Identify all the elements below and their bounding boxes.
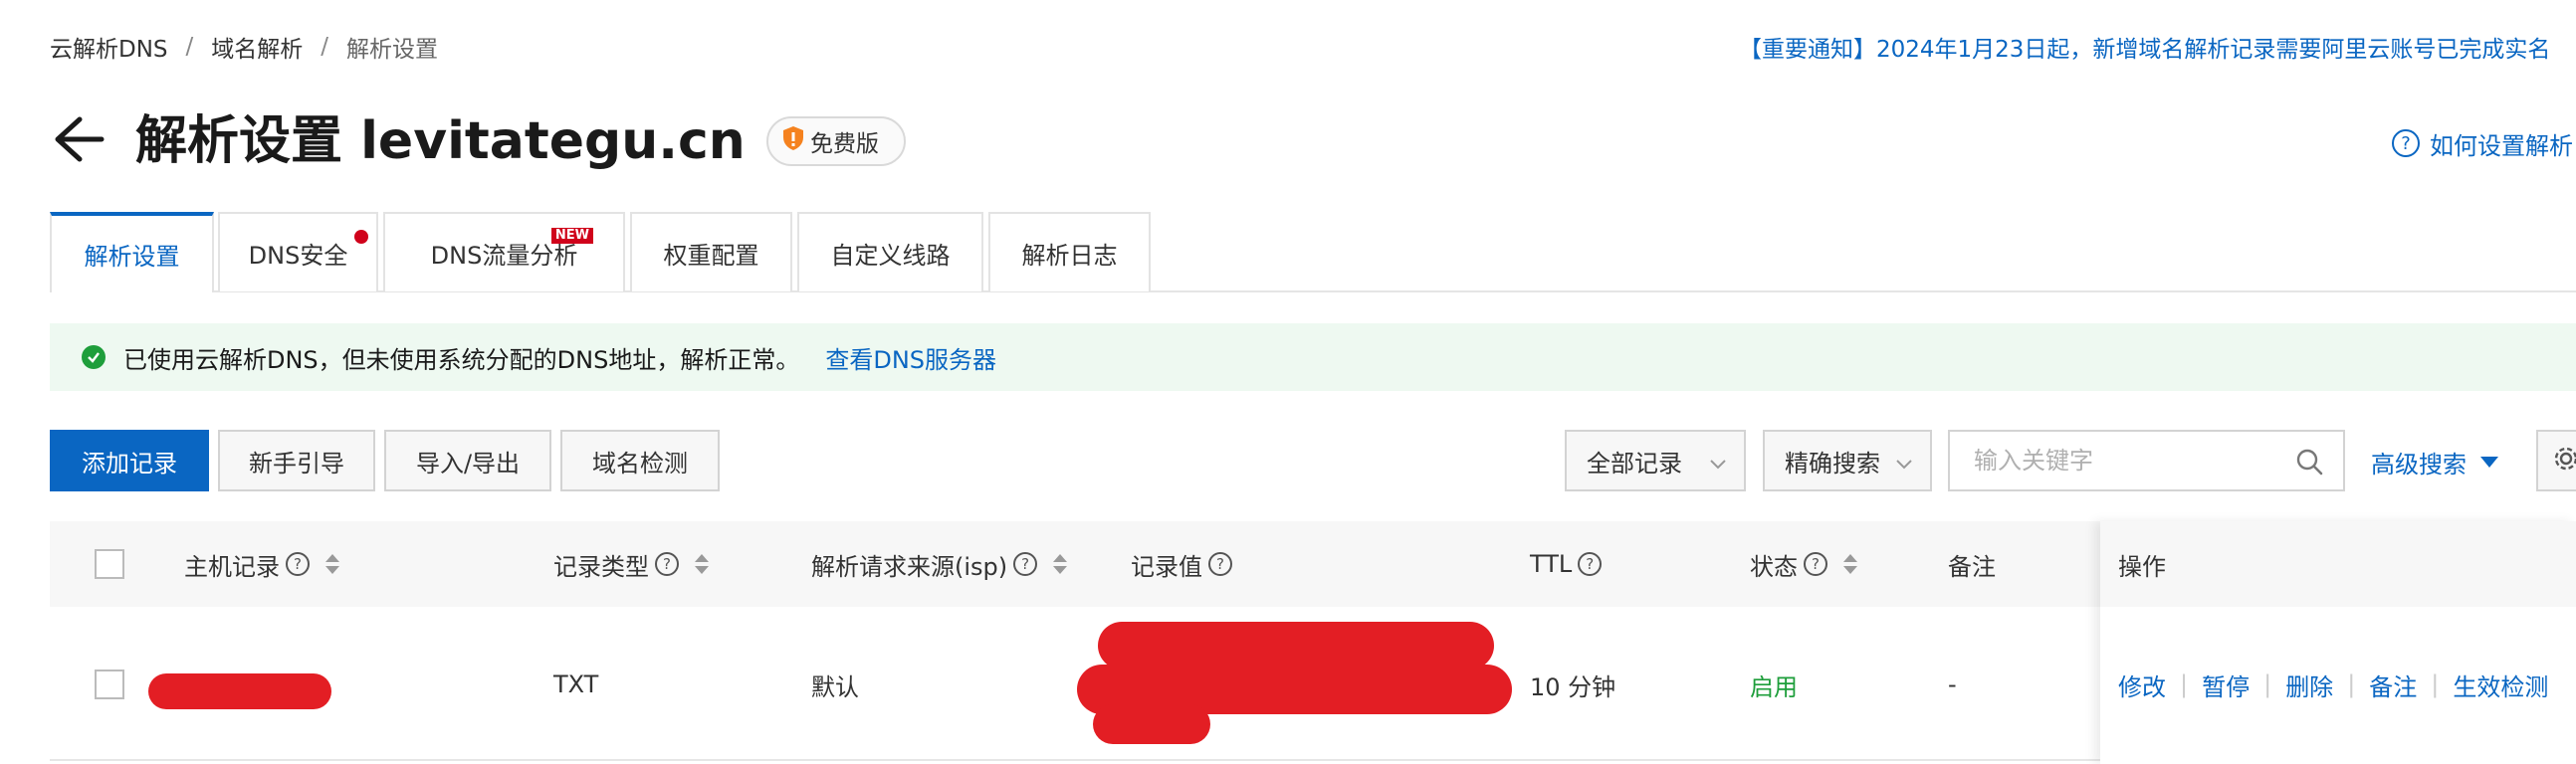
breadcrumb: 云解析DNS / 域名解析 / 解析设置 [50,30,438,64]
column-remark: 备注 [1948,521,1996,607]
record-type: TXT [553,670,599,698]
tab-dns-traffic-analysis[interactable]: DNS流量分析 NEW [383,212,625,291]
back-arrow-icon[interactable] [50,111,106,167]
status-badge: 启用 [1750,672,1798,701]
search-mode-value: 精确搜索 [1785,449,1880,478]
page-title: 解析设置 levitategu.cn [135,111,746,171]
add-record-button[interactable]: 添加记录 [50,430,209,491]
chevron-down-icon [1894,452,1914,479]
column-isp[interactable]: 解析请求来源(isp) ? [811,521,1068,607]
help-icon[interactable]: ? [1013,552,1038,576]
breadcrumb-item-current: 解析设置 [346,37,439,63]
domain-check-button[interactable]: 域名检测 [560,430,720,491]
record-remark: - [1948,670,1957,698]
plan-badge: 免费版 [766,116,906,166]
effect-check-action[interactable]: 生效检测 [2453,668,2548,702]
advanced-search-label: 高级搜索 [2371,451,2467,478]
column-ttl: TTL ? [1530,521,1603,607]
tab-resolution-settings[interactable]: 解析设置 [50,212,214,292]
advanced-search-link[interactable]: 高级搜索 [2371,445,2498,479]
breadcrumb-separator: / [321,34,329,60]
search-input[interactable] [1972,446,2290,476]
gear-icon [2552,445,2576,477]
notification-dot [354,230,368,244]
help-icon[interactable]: ? [1578,552,1603,576]
column-label: 主机记录 [184,552,280,581]
help-icon[interactable]: ? [655,552,679,576]
column-value: 记录值 ? [1131,521,1232,607]
pause-action[interactable]: 暂停 [2202,668,2250,702]
column-host[interactable]: 主机记录 ? [184,521,339,607]
settings-button[interactable] [2536,430,2576,491]
operations-column: 操作 [2100,521,2576,764]
shield-icon [782,125,810,157]
important-notice[interactable]: 【重要通知】2024年1月23日起，新增域名解析记录需要阿里云账号已完成实名 [1739,30,2550,64]
column-type[interactable]: 记录类型 ? [553,521,709,607]
help-icon[interactable]: ? [1208,552,1232,576]
sort-icon[interactable] [1843,554,1857,574]
search-icon[interactable] [2295,448,2323,481]
guide-button[interactable]: 新手引导 [218,430,375,491]
record-ttl: 10 分钟 [1530,672,1616,701]
import-export-button[interactable]: 导入/导出 [384,430,551,491]
check-circle-icon [82,345,106,369]
tab-label: 解析日志 [1021,241,1118,270]
sort-icon[interactable] [1053,554,1068,574]
help-link-label: 如何设置解析 [2430,131,2573,160]
column-ops: 操作 [2100,521,2576,607]
tab-custom-line[interactable]: 自定义线路 [797,212,983,291]
help-link[interactable]: ? 如何设置解析 [2392,126,2573,160]
search-box [1948,430,2345,491]
plan-badge-label: 免费版 [810,131,879,157]
sort-icon[interactable] [695,554,709,574]
remark-action[interactable]: 备注 [2369,668,2417,702]
column-label: TTL [1530,550,1573,578]
row-actions: 修改 | 暂停 | 删除 | 备注 | 生效检测 [2118,665,2548,704]
column-status[interactable]: 状态 ? [1750,521,1857,607]
tab-label: 权重配置 [663,241,759,270]
tab-resolution-log[interactable]: 解析日志 [988,212,1151,291]
column-label: 备注 [1948,552,1996,581]
help-icon[interactable]: ? [286,552,310,576]
sort-icon[interactable] [325,554,339,574]
tab-weight-config[interactable]: 权重配置 [630,212,792,291]
column-label: 记录类型 [553,552,649,581]
tab-label: 自定义线路 [830,241,951,270]
chevron-down-icon [1708,452,1728,479]
breadcrumb-item-dns[interactable]: 云解析DNS [50,30,168,64]
select-all-checkbox[interactable] [95,549,124,579]
record-isp: 默认 [811,672,859,701]
column-label: 记录值 [1131,552,1202,581]
caret-down-icon [2480,457,2498,468]
tab-label: 解析设置 [84,243,180,271]
help-icon[interactable]: ? [1804,552,1827,576]
help-icon: ? [2392,129,2420,157]
status-alert: 已使用云解析DNS，但未使用系统分配的DNS地址，解析正常。 查看DNS服务器 [50,323,2576,391]
record-filter-value: 全部记录 [1587,449,1682,478]
tab-label: DNS安全 [248,241,348,270]
record-filter-select[interactable]: 全部记录 [1565,430,1746,491]
edit-action[interactable]: 修改 [2118,668,2166,702]
row-checkbox[interactable] [95,669,124,699]
breadcrumb-item-domain-resolution[interactable]: 域名解析 [211,30,303,64]
search-mode-select[interactable]: 精确搜索 [1763,430,1932,491]
breadcrumb-separator: / [185,34,194,60]
delete-action[interactable]: 删除 [2285,668,2333,702]
new-tag: NEW [550,228,593,244]
view-dns-servers-link[interactable]: 查看DNS服务器 [825,340,996,375]
alert-text: 已使用云解析DNS，但未使用系统分配的DNS地址，解析正常。 [123,345,800,374]
column-label: 解析请求来源(isp) [811,552,1008,581]
column-label: 状态 [1750,552,1798,581]
tab-dns-security[interactable]: DNS安全 [218,212,378,291]
redacted-host [148,673,331,709]
